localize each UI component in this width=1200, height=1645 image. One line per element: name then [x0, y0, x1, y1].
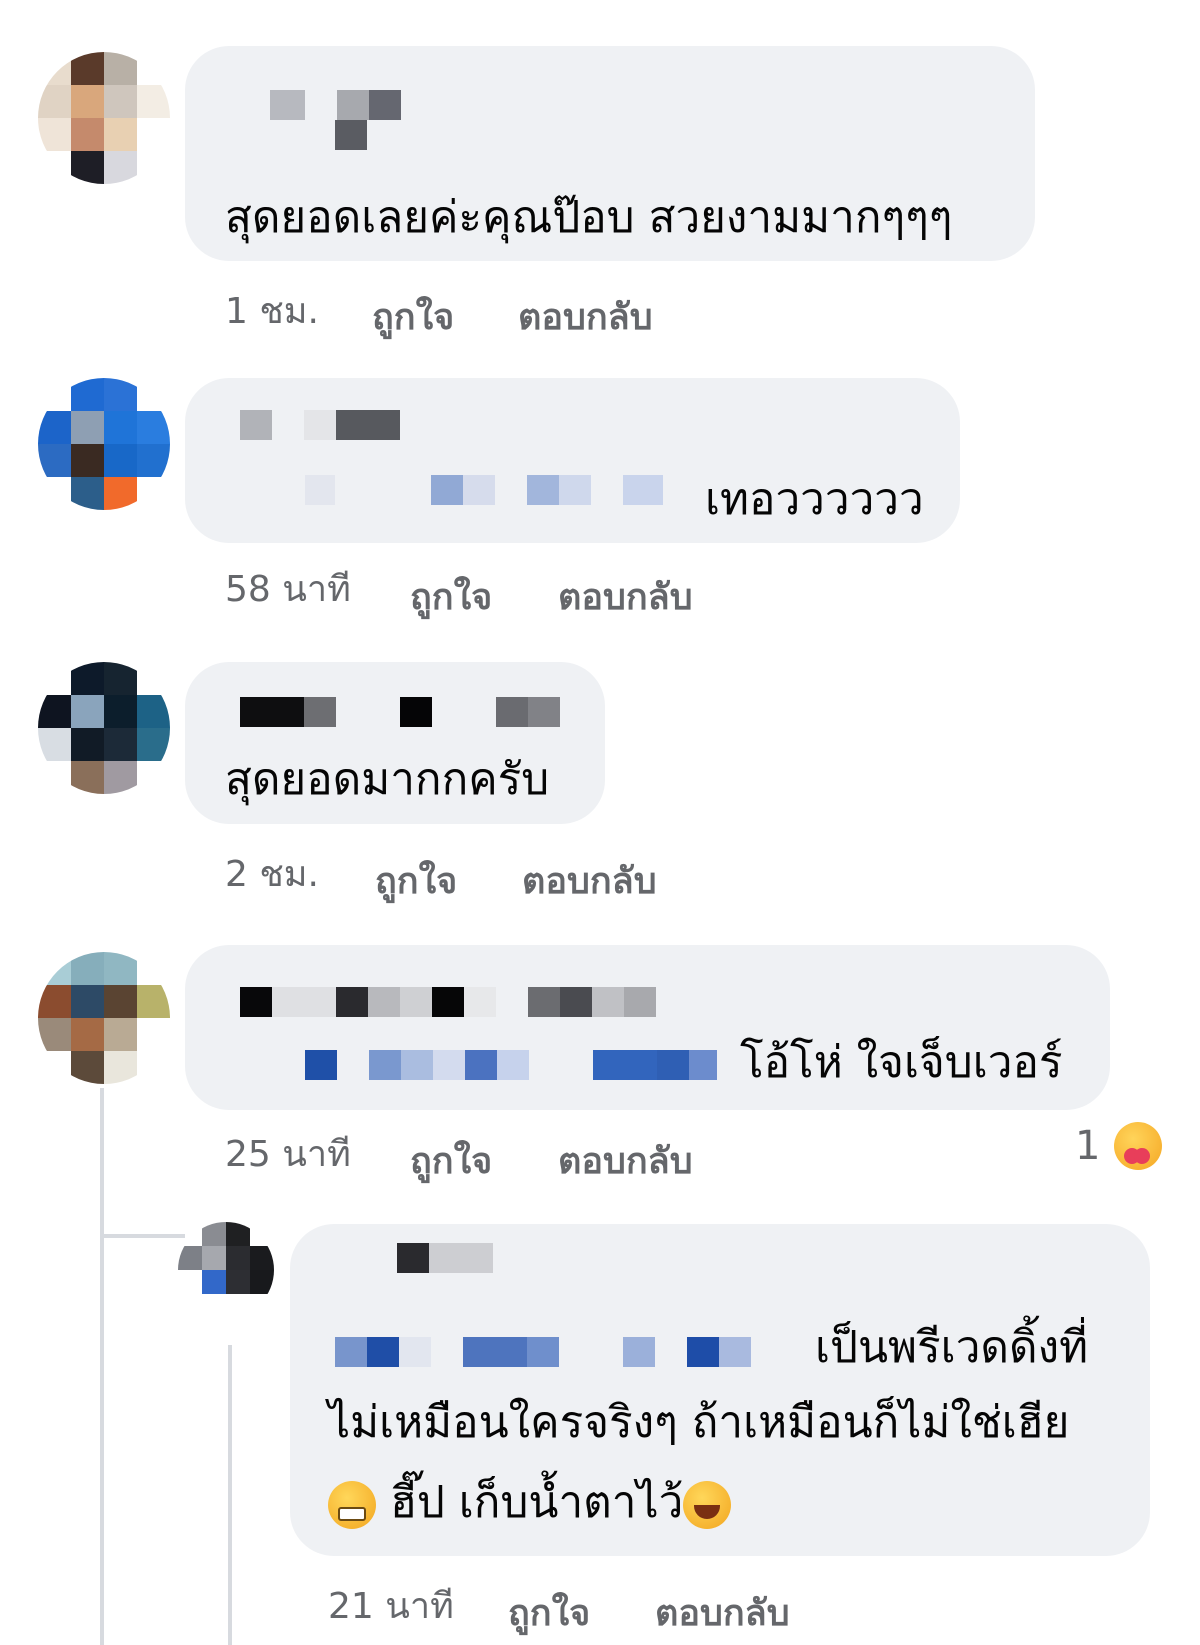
- thread-connector: [100, 1234, 185, 1238]
- reaction-count: 1: [1075, 1123, 1101, 1169]
- reply-time[interactable]: 21 นาที: [328, 1577, 454, 1634]
- reply-button[interactable]: ตอบกลับ: [655, 1584, 790, 1641]
- reply-text-line-2: ไม่เหมือนใครจริงๆ ถ้าเหมือนก็ไม่ใช่เฮีย: [328, 1397, 1070, 1448]
- comment-mention-redacted[interactable]: [305, 475, 663, 505]
- tears-of-joy-icon: [683, 1481, 732, 1529]
- commenter-name-redacted[interactable]: [240, 410, 400, 440]
- grimacing-face-icon: [328, 1481, 376, 1529]
- reply-button[interactable]: ตอบกลับ: [558, 568, 693, 625]
- reply-avatar[interactable]: [178, 1222, 274, 1318]
- commenter-name-redacted: [335, 120, 367, 150]
- like-button[interactable]: ถูกใจ: [372, 288, 454, 345]
- like-button[interactable]: ถูกใจ: [410, 568, 492, 625]
- comment-text: สุดยอดมากกครับ: [225, 754, 550, 805]
- like-button[interactable]: ถูกใจ: [410, 1132, 492, 1189]
- comment-time[interactable]: 25 นาที: [225, 1125, 351, 1182]
- commenter-name-redacted[interactable]: [270, 90, 401, 120]
- care-hug-icon: [1114, 1122, 1163, 1170]
- like-button[interactable]: ถูกใจ: [508, 1584, 590, 1641]
- comment-text: โอ้โห่ ใจเจ็บเวอร์: [740, 1037, 1063, 1088]
- reply-text-line-3-content: ฮี๊ป เก็บน้ำตาไว้: [390, 1477, 684, 1528]
- commenter-avatar[interactable]: [38, 952, 170, 1084]
- comment-text: สุดยอดเลยค่ะคุณป๊อบ สวยงามมากๆๆๆ: [225, 192, 953, 243]
- thread-connector: [228, 1345, 232, 1645]
- comment-text: เทอวววววว: [705, 474, 924, 525]
- reply-button[interactable]: ตอบกลับ: [518, 288, 653, 345]
- reply-text-line-3: ฮี๊ป เก็บน้ำตาไว้: [328, 1475, 732, 1531]
- replier-name-redacted[interactable]: [365, 1243, 493, 1273]
- comment-time[interactable]: 1 ชม.: [225, 282, 319, 339]
- comment-time[interactable]: 58 นาที: [225, 560, 351, 617]
- commenter-avatar[interactable]: [38, 662, 170, 794]
- thread-connector: [100, 1238, 104, 1645]
- reaction-summary[interactable]: 1: [1075, 1122, 1163, 1170]
- reply-button[interactable]: ตอบกลับ: [558, 1132, 693, 1189]
- reply-text-line-1: เป็นพรีเวดดิ้งที่: [815, 1322, 1089, 1373]
- thread-connector: [100, 1088, 104, 1238]
- commenter-name-redacted[interactable]: [240, 987, 656, 1017]
- reply-button[interactable]: ตอบกลับ: [522, 852, 657, 909]
- commenter-name-redacted[interactable]: [240, 697, 560, 727]
- commenter-avatar[interactable]: [38, 378, 170, 510]
- comment-time[interactable]: 2 ชม.: [225, 845, 319, 902]
- reply-mention-redacted[interactable]: [335, 1337, 751, 1367]
- comment-mention-redacted[interactable]: [305, 1050, 717, 1080]
- like-button[interactable]: ถูกใจ: [375, 852, 457, 909]
- commenter-avatar[interactable]: [38, 52, 170, 184]
